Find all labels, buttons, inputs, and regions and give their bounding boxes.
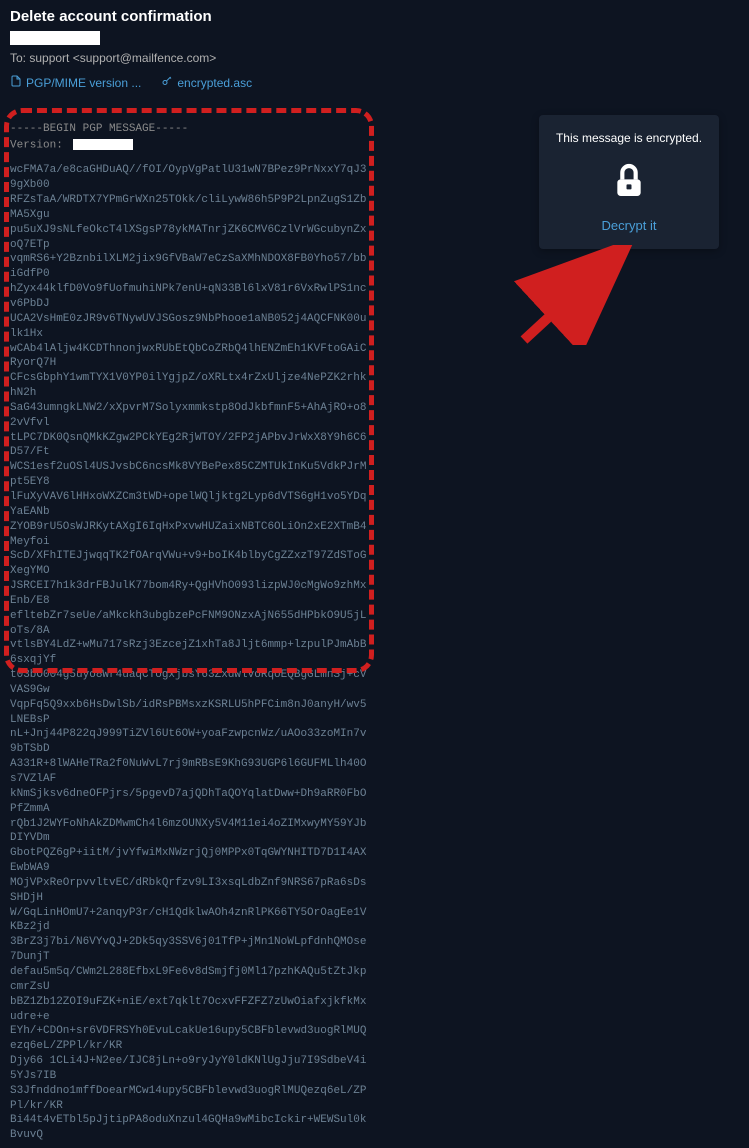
email-to-line: To: support <support@mailfence.com> — [10, 51, 739, 65]
encryption-notice-box: This message is encrypted. Decrypt it — [539, 115, 719, 249]
pgp-version-label: Version: — [10, 139, 63, 151]
to-label: To: — [10, 51, 26, 65]
from-redacted — [10, 31, 100, 45]
decrypt-button[interactable]: Decrypt it — [549, 218, 709, 233]
version-redacted — [73, 139, 133, 150]
attachment-encrypted-asc[interactable]: encrypted.asc — [161, 75, 252, 90]
file-icon — [10, 75, 22, 90]
lock-icon — [549, 161, 709, 204]
key-icon — [161, 75, 173, 90]
pgp-message-body: wcFMA7a/e8caGHDuAQ//fOI/OypVgPatlU31wN7B… — [10, 163, 370, 1143]
attachment-pgp-mime[interactable]: PGP/MIME version ... — [10, 75, 141, 90]
to-value: support <support@mailfence.com> — [29, 51, 216, 65]
attachment-label: encrypted.asc — [177, 76, 252, 90]
attachment-label: PGP/MIME version ... — [26, 76, 141, 90]
email-subject: Delete account confirmation — [10, 8, 739, 25]
encryption-message: This message is encrypted. — [549, 131, 709, 145]
